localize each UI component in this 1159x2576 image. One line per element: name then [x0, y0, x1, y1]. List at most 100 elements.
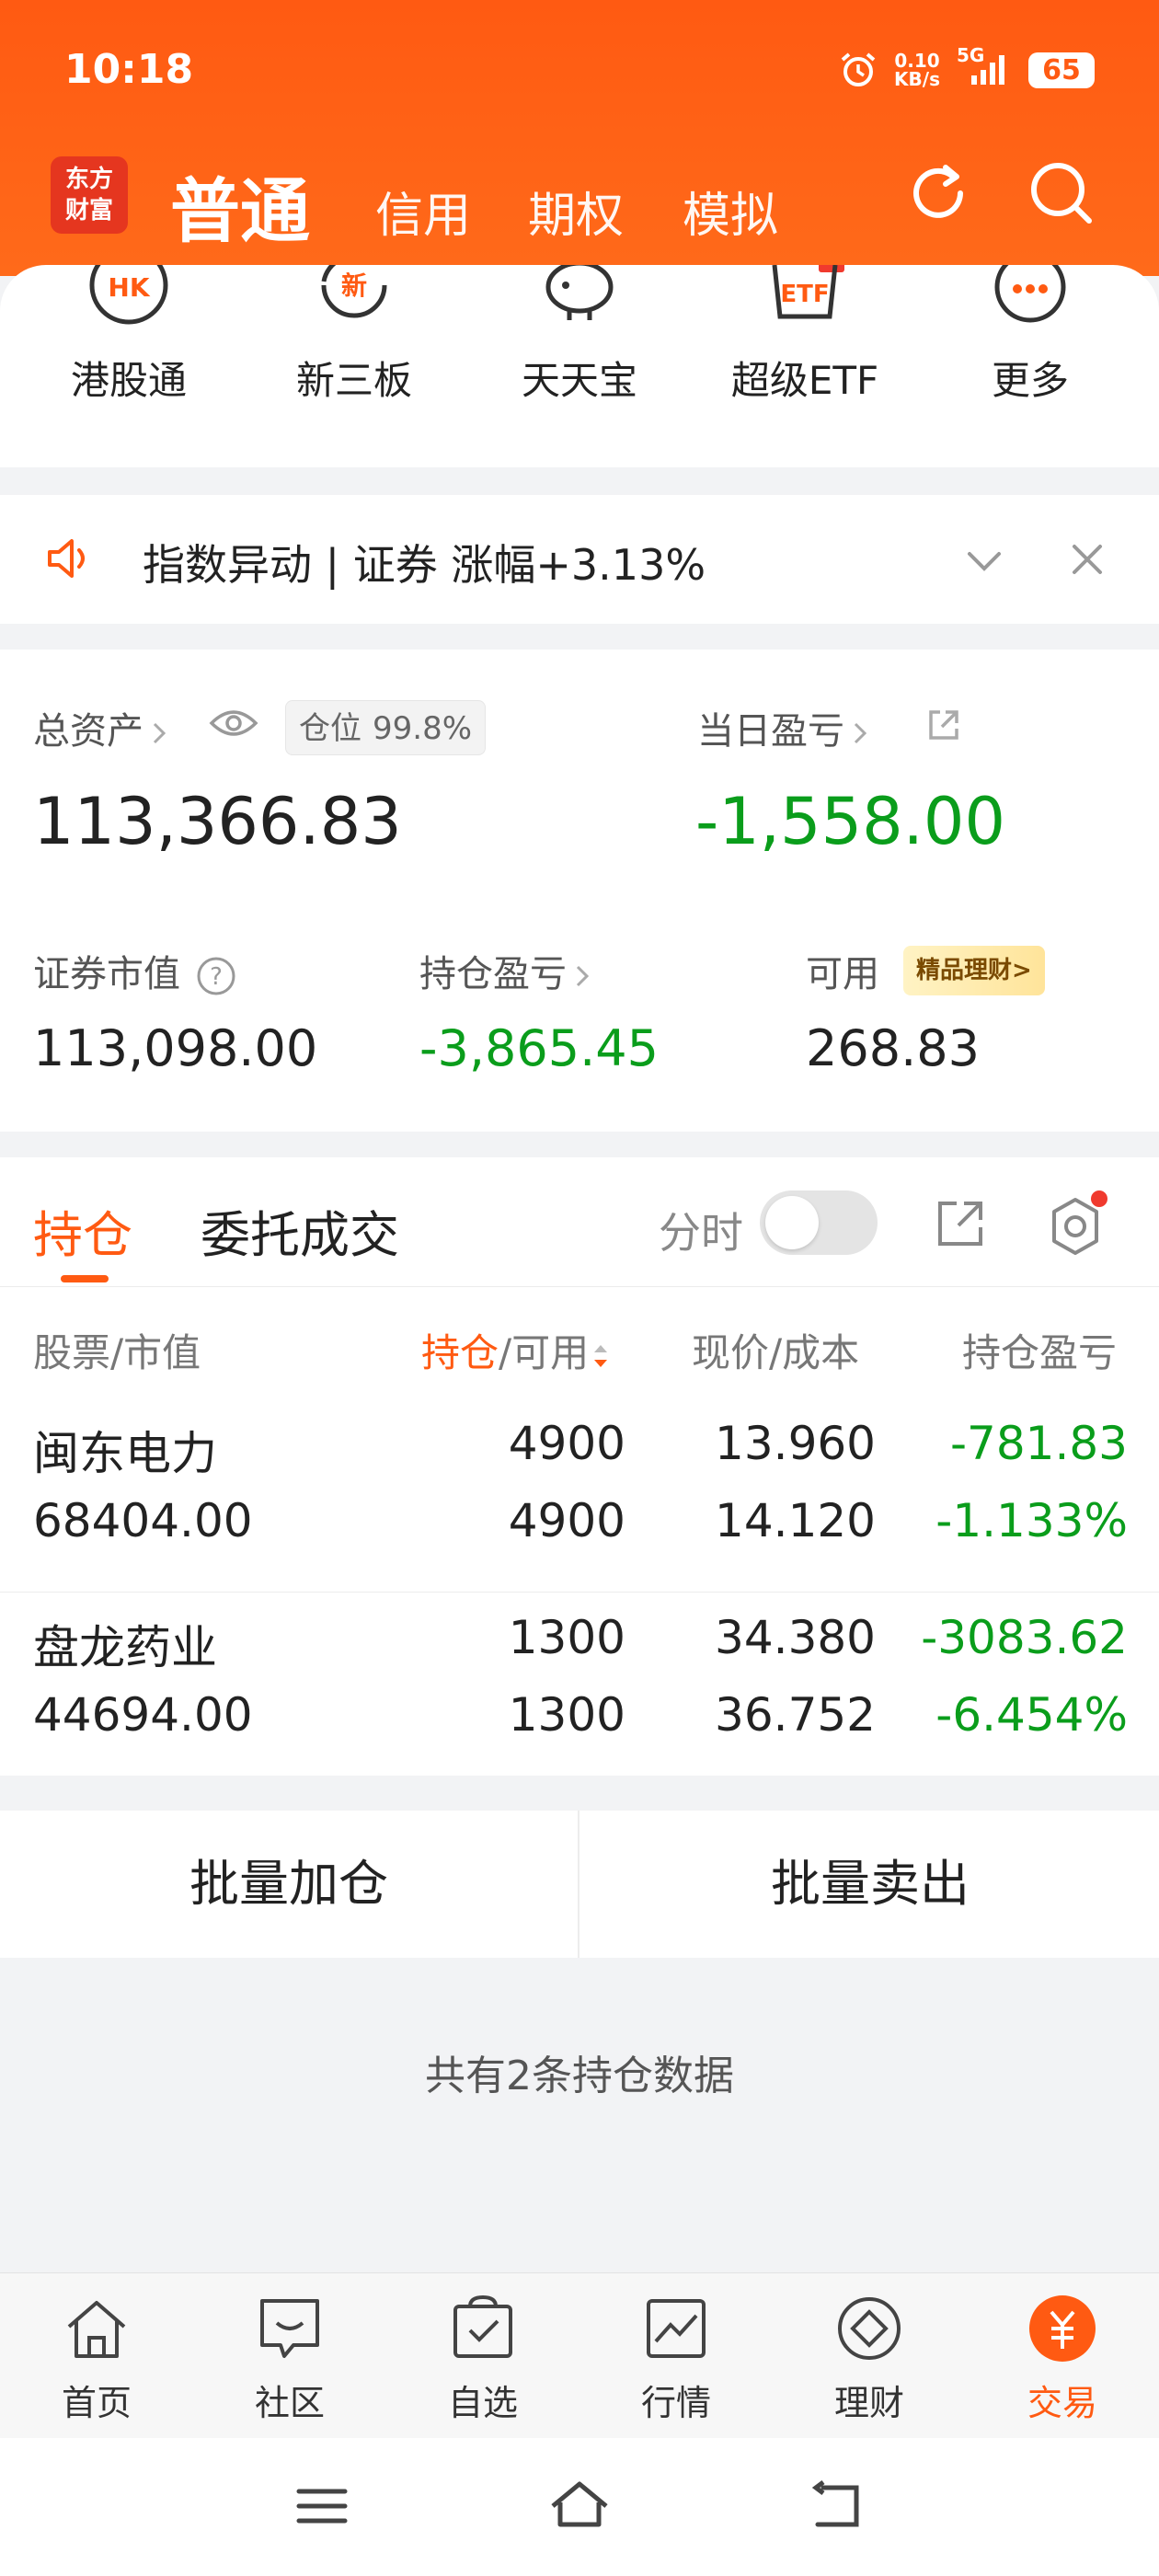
chevron-right-icon: [854, 722, 867, 744]
community-icon: [260, 2299, 319, 2358]
nav-label: 行情: [640, 2383, 711, 2423]
search-icon[interactable]: [1025, 156, 1098, 230]
intraday-toggle[interactable]: [760, 1190, 878, 1255]
net-speed-unit: KB/s: [894, 68, 940, 90]
logo-line2: 财富: [64, 197, 113, 224]
network-type: 5G: [957, 44, 985, 66]
hk-icon: HK: [89, 265, 168, 325]
market-value: 113,098.00: [33, 1019, 318, 1077]
nav-label: 社区: [254, 2383, 325, 2423]
total-assets-label: 总资产: [33, 710, 143, 753]
available-qty: 1300: [508, 1688, 625, 1742]
nav-community[interactable]: 社区: [193, 2292, 386, 2425]
help-icon[interactable]: ?: [195, 955, 237, 997]
quick-link-piggy[interactable]: 天天宝: [469, 265, 690, 406]
tab-options[interactable]: 期权: [528, 177, 624, 246]
holding-pl-pct: -1.133%: [935, 1494, 1128, 1547]
daily-pl-label: 当日盈亏: [697, 710, 844, 753]
tab-normal[interactable]: 普通: [170, 155, 310, 256]
tab-simulated[interactable]: 模拟: [683, 177, 778, 246]
quick-link-hk[interactable]: HK 港股通: [18, 265, 239, 406]
active-tab-indicator: [61, 1275, 109, 1282]
tab-credit[interactable]: 信用: [375, 177, 471, 246]
sort-icon: [594, 1344, 608, 1367]
share-icon[interactable]: [933, 1196, 988, 1251]
batch-add-button[interactable]: 批量加仓: [0, 1811, 578, 1958]
daily-pl-link[interactable]: 当日盈亏: [697, 701, 870, 754]
col-stock-value: 股票/市值: [33, 1330, 201, 1375]
nav-label: 理财: [833, 2383, 904, 2423]
home-button-icon[interactable]: [547, 2478, 612, 2534]
nav-market[interactable]: 行情: [580, 2292, 773, 2425]
nav-wealth[interactable]: 理财: [773, 2292, 966, 2425]
toggle-knob: [765, 1196, 819, 1249]
col-holding-available[interactable]: 持仓/可用: [421, 1322, 611, 1378]
quick-link-label: 天天宝: [521, 358, 637, 403]
quick-link-label: 港股通: [70, 358, 187, 403]
external-link-icon[interactable]: [925, 707, 962, 743]
app-logo: 东方 财富: [51, 156, 128, 234]
col-available: /可用: [499, 1330, 590, 1375]
wealth-icon: [838, 2297, 901, 2360]
premium-wealth-badge[interactable]: 精品理财>: [903, 946, 1045, 995]
cost-price: 14.120: [715, 1494, 876, 1547]
notification-dot: [1091, 1190, 1107, 1207]
nav-home[interactable]: 首页: [0, 2292, 193, 2425]
nav-label: 交易: [1027, 2383, 1097, 2423]
holding-pl-link[interactable]: 持仓盈亏: [419, 944, 592, 997]
system-navigation-bar: [0, 2438, 1159, 2576]
index-alert-banner[interactable]: 指数异动 | 证券 涨幅+3.13%: [0, 495, 1159, 624]
market-value-label-group: 证券市值?: [33, 944, 237, 997]
daily-pl-value: -1,558.00: [695, 784, 1005, 859]
holding-qty: 4900: [508, 1417, 625, 1470]
svg-text:ETF: ETF: [780, 281, 829, 308]
col-price-cost: 现价/成本: [692, 1330, 860, 1375]
more-icon: [994, 265, 1066, 323]
battery-indicator: 65: [1028, 52, 1095, 88]
col-holding: 持仓: [421, 1330, 499, 1375]
eye-icon[interactable]: [208, 705, 259, 742]
back-icon[interactable]: [805, 2478, 869, 2534]
position-ratio-value: 99.8%: [373, 710, 473, 747]
trade-icon: [1029, 2295, 1096, 2362]
tab-orders-trades[interactable]: 委托成交: [201, 1194, 399, 1267]
available-value: 268.83: [806, 1019, 980, 1077]
table-row[interactable]: 盘龙药业 44694.00 1300 1300 34.380 36.752 -3…: [0, 1592, 1159, 1785]
app-header: 10:18 0.10 KB/s 5G 65 东方 财富 普通 信用 期权 模拟: [0, 0, 1159, 276]
available-label: 可用: [806, 953, 879, 995]
net-speed-value: 0.10: [894, 50, 940, 72]
quick-link-etf[interactable]: ETF 超级ETF: [694, 265, 915, 406]
asset-summary: 总资产 仓位 99.8% 113,366.83 当日盈亏 -1,558.00 证券…: [0, 650, 1159, 1132]
cost-price: 36.752: [715, 1688, 876, 1742]
refresh-icon[interactable]: [901, 156, 975, 230]
holdings-count-text: 共有2条持仓数据: [425, 2053, 734, 2099]
nav-watchlist[interactable]: 自选: [386, 2292, 580, 2425]
batch-sell-button[interactable]: 批量卖出: [581, 1811, 1159, 1958]
market-icon: [647, 2299, 706, 2358]
holding-pl-value: -3,865.45: [419, 1019, 659, 1077]
nav-trade[interactable]: 交易: [966, 2292, 1159, 2425]
holding-qty: 1300: [508, 1611, 625, 1664]
chevron-down-icon[interactable]: [964, 543, 1004, 580]
net-speed: 0.10 KB/s: [894, 52, 940, 88]
current-price: 13.960: [715, 1417, 876, 1470]
piggy-bank-icon: [545, 265, 614, 320]
menu-icon[interactable]: [290, 2478, 354, 2534]
tab-holdings[interactable]: 持仓: [33, 1194, 132, 1267]
stock-name: 盘龙药业: [33, 1621, 217, 1674]
close-icon[interactable]: [1069, 541, 1106, 578]
divider: [578, 1811, 580, 1958]
table-row[interactable]: 闽东电力 68404.00 4900 4900 13.960 14.120 -7…: [0, 1398, 1159, 1592]
batch-actions: 批量加仓 批量卖出: [0, 1811, 1159, 1958]
quick-link-new-board[interactable]: 新 新三板: [244, 265, 465, 406]
holding-pl: -781.83: [950, 1417, 1128, 1470]
holding-pl-label: 持仓盈亏: [419, 953, 567, 995]
alarm-icon: [841, 52, 876, 86]
total-assets-link[interactable]: 总资产: [33, 701, 169, 754]
col-holding-pl: 持仓盈亏: [962, 1330, 1118, 1375]
position-ratio-label: 仓位: [299, 710, 361, 747]
svg-text:新: 新: [341, 270, 367, 301]
quick-link-more[interactable]: 更多: [920, 265, 1141, 406]
status-indicators: 0.10 KB/s 5G 65: [839, 44, 1095, 92]
etf-icon: ETF: [772, 265, 844, 319]
